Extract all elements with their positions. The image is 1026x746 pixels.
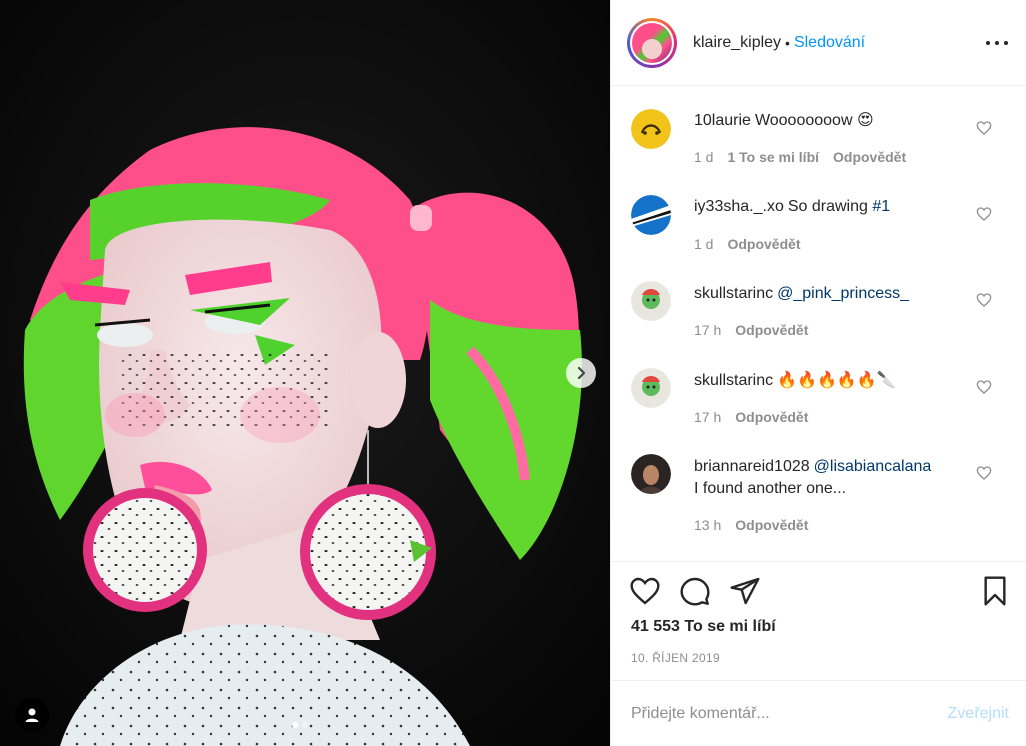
user-icon bbox=[25, 708, 39, 722]
comment-age[interactable]: 17 h bbox=[694, 322, 721, 338]
commenter-avatar[interactable] bbox=[631, 195, 671, 235]
comment-likes[interactable]: 1 To se mi líbí bbox=[727, 149, 819, 165]
comment-username[interactable]: briannareid1028 bbox=[694, 458, 810, 475]
comment-text: So drawing bbox=[787, 198, 873, 215]
comment-age[interactable]: 1 d bbox=[694, 236, 713, 252]
comment-username[interactable]: skullstarinc bbox=[694, 372, 773, 389]
comment-age[interactable]: 13 h bbox=[694, 517, 721, 533]
like-comment-heart-icon[interactable] bbox=[976, 120, 992, 136]
commenter-avatar[interactable] bbox=[631, 109, 671, 149]
comment-bubble-icon[interactable] bbox=[679, 575, 711, 607]
comment-text: I found another one... bbox=[694, 480, 847, 497]
comment-username[interactable]: iy33sha._.xo bbox=[694, 198, 784, 215]
author-username[interactable]: klaire_kipley bbox=[693, 34, 781, 52]
post-date[interactable]: 10. ŘÍJEN 2019 bbox=[631, 651, 720, 665]
comment-mention[interactable]: @_pink_princess_ bbox=[777, 285, 909, 302]
post-media[interactable] bbox=[0, 0, 610, 746]
author-avatar[interactable] bbox=[627, 17, 677, 68]
reply-button[interactable]: Odpovědět bbox=[735, 409, 808, 425]
post-photo bbox=[0, 0, 610, 746]
post-action-bar bbox=[611, 563, 1026, 618]
post-sidebar: klaire_kipley • Sledování 10laurie Wooooo… bbox=[610, 0, 1026, 746]
like-comment-heart-icon[interactable] bbox=[976, 292, 992, 308]
follow-button[interactable]: Sledování bbox=[794, 34, 865, 52]
reply-button[interactable]: Odpovědět bbox=[735, 322, 808, 338]
more-options-button[interactable] bbox=[986, 33, 1008, 53]
chevron-right-icon bbox=[577, 366, 586, 380]
reply-button[interactable]: Odpovědět bbox=[735, 517, 808, 533]
comments-list[interactable]: 10laurie Woooooooow 😍 1 d 1 To se mi líbí… bbox=[611, 86, 1026, 562]
carousel-indicator bbox=[292, 722, 308, 728]
post-likes-count[interactable]: 41 553 To se mi líbí bbox=[631, 618, 776, 636]
comment-username[interactable]: skullstarinc bbox=[694, 285, 773, 302]
carousel-next-button[interactable] bbox=[566, 358, 596, 388]
tagged-users-button[interactable] bbox=[15, 698, 49, 732]
comment-emoji: 😍 bbox=[856, 112, 874, 129]
comment-text: 🔥🔥🔥🔥🔥🔪 bbox=[777, 372, 897, 389]
like-comment-heart-icon[interactable] bbox=[976, 379, 992, 395]
more-icon bbox=[986, 41, 990, 45]
carousel-dot bbox=[302, 722, 308, 728]
comment-mention[interactable]: @lisabiancalana bbox=[814, 458, 932, 475]
header-separator: • bbox=[785, 34, 790, 51]
comment-username[interactable]: 10laurie bbox=[694, 112, 751, 129]
reply-button[interactable]: Odpovědět bbox=[727, 236, 800, 252]
like-heart-icon[interactable] bbox=[629, 575, 661, 607]
like-comment-heart-icon[interactable] bbox=[976, 465, 992, 481]
share-paper-plane-icon[interactable] bbox=[729, 575, 761, 607]
comment-text: Woooooooow bbox=[754, 112, 853, 129]
post-header: klaire_kipley • Sledování bbox=[611, 0, 1026, 86]
carousel-dot-active bbox=[292, 722, 298, 728]
comment-input[interactable] bbox=[631, 704, 948, 723]
like-comment-heart-icon[interactable] bbox=[976, 206, 992, 222]
comment-age[interactable]: 17 h bbox=[694, 409, 721, 425]
reply-button[interactable]: Odpovědět bbox=[833, 149, 906, 165]
comment-composer: Zveřejnit bbox=[611, 680, 1026, 746]
comment-hashtag[interactable]: #1 bbox=[872, 198, 890, 215]
comment-age[interactable]: 1 d bbox=[694, 149, 713, 165]
commenter-avatar[interactable] bbox=[631, 281, 671, 321]
save-bookmark-icon[interactable] bbox=[979, 575, 1011, 607]
post-comment-button[interactable]: Zveřejnit bbox=[948, 705, 1009, 723]
commenter-avatar[interactable] bbox=[631, 368, 671, 408]
commenter-avatar[interactable] bbox=[631, 454, 671, 494]
